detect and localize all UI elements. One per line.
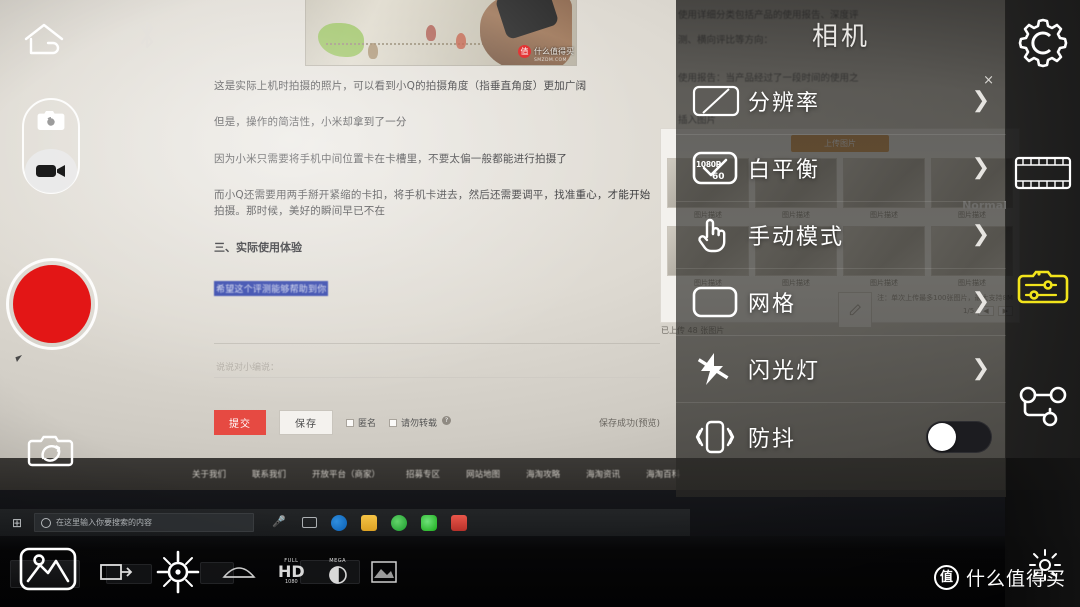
mega-pixel-icon[interactable]: MEGA [327,557,349,586]
setting-label-resolution: 分辨率 [748,91,821,116]
video-mode-icon[interactable] [25,149,77,193]
windows-taskbar: ⊞ 在这里输入你要搜索的内容 🎤 [0,509,690,536]
bottom-control-bar: FULL HD 1080 MEGA [100,548,440,596]
flash-off-icon [692,351,748,387]
resolution-1080p60-icon: 1080P 60 [692,84,748,182]
gallery-icon[interactable] [18,545,78,593]
toggle-knob [928,422,956,451]
panel-title: 相机 [811,21,870,52]
hd-icon[interactable]: FULL HD 1080 [278,559,305,585]
burst-icon[interactable] [370,560,397,584]
taskbar-search-box[interactable]: 在这里输入你要搜索的内容 [34,513,254,532]
watermark-logo: 值 [933,565,959,590]
save-button[interactable]: 保存 [279,410,333,436]
comment-input[interactable] [214,322,660,345]
selected-text: 希望这个评测能够帮助到你 [214,281,329,297]
manual-mode-hand-icon [692,215,748,255]
chevron-right-icon[interactable]: ❯ [972,358,992,380]
edge-browser-icon[interactable] [331,514,347,531]
switch-camera-icon[interactable] [26,432,76,472]
stabilization-toggle[interactable] [926,420,992,453]
exposure-icon[interactable] [222,561,256,583]
footer-link[interactable]: 开放平台（商家） [312,468,380,480]
checkbox-box [389,418,398,427]
setting-row-white-balance[interactable]: 白平衡 ❯ [676,135,1006,202]
tune-adjust-icon[interactable] [1015,268,1071,308]
article-body: 这是实际上机时拍摄的照片，可以看到小Q的拍摄角度（指垂直角度）更加广阔 但是，操… [214,0,660,436]
chevron-right-icon[interactable]: ❯ [972,90,992,112]
no-reprint-label: 请勿转载 [401,419,438,430]
footer-link[interactable]: 招募专区 [406,468,440,480]
setting-row-grid[interactable]: 网格 ❯ [676,269,1006,336]
camera-settings-panel: 相机 × 1080P 60 分辨率 ❯ 白平衡 ❯ 手动模式 ❯ 网格 ❯ 闪光… [676,0,1006,497]
setting-label-flash: 闪光灯 [748,359,821,384]
footer-link[interactable]: 网站地图 [466,468,500,480]
checkbox-box [346,418,354,427]
anonymous-checkbox[interactable]: 匿名 [346,416,376,429]
footer-link[interactable]: 海淘攻略 [526,468,560,480]
article-paragraph: 但是，操作的简洁性，小米却拿到了一分 [214,116,407,129]
setting-row-resolution[interactable]: 1080P 60 分辨率 ❯ [676,68,1006,182]
setting-row-manual-mode[interactable]: 手动模式 ❯ [676,202,1006,269]
setting-label-white-balance: 白平衡 [748,158,821,183]
save-status: 保存成功(预览) [598,419,660,430]
setting-label-grid: 网格 [748,292,797,317]
chevron-right-icon[interactable]: ❯ [972,224,992,246]
transfer-icon[interactable] [100,561,134,583]
smzdm-watermark: 值 什么值得买 [933,549,1066,591]
wechat-icon[interactable] [421,514,437,531]
footer-link[interactable]: 海淘资讯 [586,468,620,480]
article-paragraph: 而小Q还需要用两手掰开紧缩的卡扣，将手机卡进去，然后还需要调平，找准重心，才能开… [214,188,651,218]
article-form-actions: 提交 保存 匿名 请勿转载 ? 保存成功(预览) [214,410,660,436]
windows-start-icon[interactable]: ⊞ [0,516,34,530]
setting-label-stabilization: 防抖 [748,426,797,452]
record-shutter-button[interactable] [6,258,98,350]
grid-icon [692,286,748,318]
setting-row-stabilization[interactable]: 防抖 [676,403,1006,470]
browser-icon[interactable] [391,514,407,531]
article-paragraph: 这是实际上机时拍摄的照片，可以看到小Q的拍摄角度（指垂直角度）更加广阔 [214,80,587,92]
anonymous-label: 匿名 [358,419,377,430]
mega-label: MEGA [329,557,347,564]
task-view-icon[interactable] [302,517,317,528]
footer-link[interactable]: 关于我们 [192,468,226,480]
setting-row-flash[interactable]: 闪光灯 ❯ [676,336,1006,403]
microphone-icon[interactable]: 🎤 [272,515,288,531]
article-paragraph: 因为小米只需要将手机中间位置卡在卡槽里，不要太偏一般都能进行拍摄了 [214,152,568,165]
normal-filter-icon[interactable]: Normal [962,156,1072,212]
bluetooth-icon [136,18,158,52]
shutter-inner [13,265,91,343]
white-balance-check-icon [692,151,748,185]
gear-settings-icon[interactable] [1016,16,1070,70]
right-toolbar: Normal [962,0,1080,607]
cortana-icon [41,517,51,528]
comment-placeholder: 说说对小编说： [216,363,280,374]
submit-button[interactable]: 提交 [214,410,266,436]
article-heading: 三、实际使用体验 [214,241,302,255]
footer-link[interactable]: 联系我们 [252,468,286,480]
sun-flare-icon [1029,549,1061,581]
setting-label-manual-mode: 手动模式 [748,225,845,250]
chevron-right-icon[interactable]: ❯ [972,157,992,179]
chevron-right-icon[interactable]: ❯ [972,291,992,313]
taskbar-search-placeholder: 在这里输入你要搜索的内容 [56,518,152,527]
share-node-icon[interactable] [1017,386,1069,430]
stabilization-icon [692,418,748,456]
comment-hint-row[interactable]: 说说对小编说： [214,358,660,379]
file-explorer-icon[interactable] [361,514,377,531]
help-icon[interactable]: ? [442,416,452,426]
capture-mode-switch[interactable] [22,98,80,194]
home-icon[interactable] [22,20,66,60]
photo-mode-icon[interactable] [34,107,68,133]
app-icon[interactable] [451,514,467,531]
taskbar-icons: 🎤 [272,514,467,531]
focus-target-icon[interactable] [156,550,200,594]
no-reprint-checkbox[interactable]: 请勿转载 ? [389,416,452,430]
